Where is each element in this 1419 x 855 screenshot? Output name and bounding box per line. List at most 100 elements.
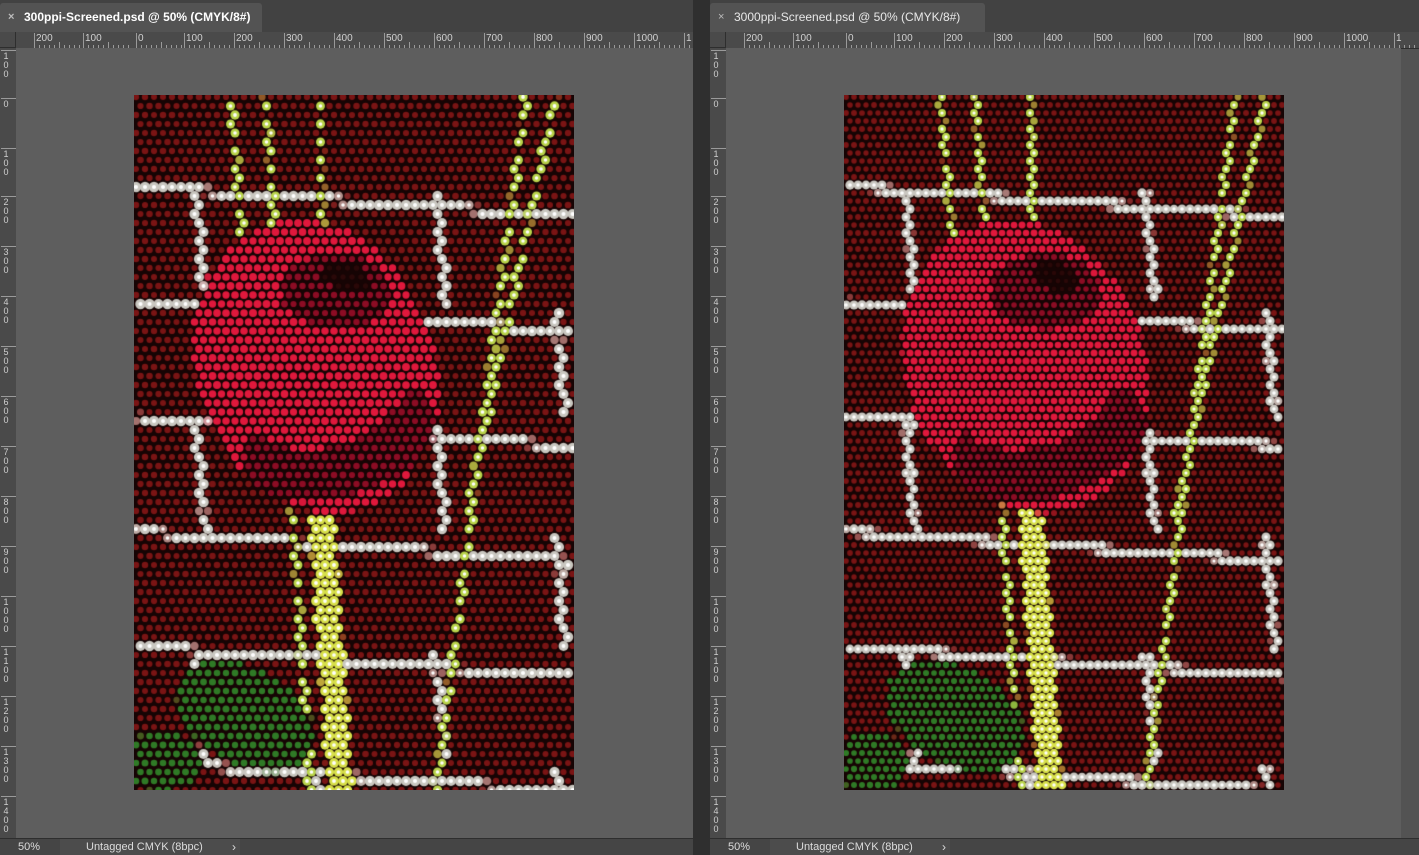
document-profile-info[interactable]: Untagged CMYK (8bpc) ›: [60, 839, 240, 855]
ruler-tick: [744, 33, 745, 48]
halftone-rose-image: [134, 95, 574, 790]
ruler-label: 200: [36, 33, 53, 44]
document-tab[interactable]: × 300ppi-Screened.psd @ 50% (CMYK/8#): [0, 3, 262, 32]
status-bar: 50% Untagged CMYK (8bpc) ›: [0, 838, 693, 855]
vertical-ruler[interactable]: 100 0 100 200 300 400 500 600 700 800 900 1000 1100 1…: [710, 48, 727, 839]
horizontal-ruler[interactable]: 200 100 0 100 200 300 400 500 600 700 800 900 1000 1: [16, 32, 693, 49]
ruler-tick: [284, 33, 285, 48]
ruler-label: 100: [896, 33, 913, 44]
ruler-label: 400: [3, 297, 9, 325]
ruler-tick: [136, 33, 137, 48]
tab-bar: × 3000ppi-Screened.psd @ 50% (CMYK/8#): [710, 0, 1419, 33]
ruler-label: 400: [336, 33, 353, 44]
ruler-tick: [793, 33, 794, 48]
ruler-tick: [534, 33, 535, 48]
ruler-label: 600: [1146, 33, 1163, 44]
ruler-label: 200: [713, 197, 719, 225]
ruler-label: 700: [713, 447, 719, 475]
ruler-tick: [384, 33, 385, 48]
ruler-label: 1100: [713, 647, 719, 684]
canvas-area[interactable]: [726, 48, 1401, 839]
ruler-label: 100: [186, 33, 203, 44]
chevron-right-icon[interactable]: ›: [942, 839, 946, 855]
status-bar: 50% Untagged CMYK (8bpc) ›: [710, 838, 1419, 855]
ruler-label: 300: [996, 33, 1013, 44]
ruler-minor-tick: [1404, 45, 1405, 48]
zoom-level[interactable]: 50%: [18, 839, 40, 855]
ruler-label: 1000: [636, 33, 659, 44]
document-tab[interactable]: × 3000ppi-Screened.psd @ 50% (CMYK/8#): [710, 3, 985, 32]
ruler-tick: [1394, 33, 1395, 48]
ruler-label: 1300: [713, 747, 719, 784]
ruler-tick: [83, 33, 84, 48]
ruler-tick: [944, 33, 945, 48]
ruler-tick: [34, 33, 35, 48]
chevron-right-icon[interactable]: ›: [232, 839, 236, 855]
document-profile-label: Untagged CMYK (8bpc): [796, 841, 913, 853]
document-window-right: × 3000ppi-Screened.psd @ 50% (CMYK/8#) 2…: [710, 0, 1419, 855]
zoom-level[interactable]: 50%: [728, 839, 750, 855]
ruler-tick: [334, 33, 335, 48]
ruler-label: 700: [1196, 33, 1213, 44]
ruler-label: 600: [436, 33, 453, 44]
ruler-tick: [1244, 33, 1245, 48]
ruler-label: 400: [1046, 33, 1063, 44]
window-divider[interactable]: [693, 0, 710, 855]
ruler-label: 200: [3, 197, 9, 225]
ruler-label: 1000: [713, 597, 719, 634]
ruler-label: 1400: [3, 797, 9, 834]
ruler-label: 100: [85, 33, 102, 44]
ruler-tick: [634, 33, 635, 48]
vertical-ruler[interactable]: 100 0 100 200 300 400 500 600 700 800 900 1000 1100 1…: [0, 48, 17, 839]
ruler-label: 1: [1396, 33, 1402, 44]
document-tab-title: 3000ppi-Screened.psd @ 50% (CMYK/8#): [734, 10, 961, 24]
ruler-label: 0: [848, 33, 854, 44]
ruler-label: 800: [536, 33, 553, 44]
ruler-label: 0: [138, 33, 144, 44]
halftone-canvas: [844, 95, 1284, 790]
ruler-label: 800: [713, 497, 719, 525]
ruler-tick: [1344, 33, 1345, 48]
ruler-tick: [1044, 33, 1045, 48]
ruler-label: 700: [486, 33, 503, 44]
ruler-tick: [684, 33, 685, 48]
ruler-label: 300: [713, 247, 719, 275]
close-icon[interactable]: ×: [718, 3, 724, 32]
ruler-label: 800: [1246, 33, 1263, 44]
ruler-label: 1: [686, 33, 692, 44]
ruler-label: 400: [713, 297, 719, 325]
ruler-label: 500: [386, 33, 403, 44]
ruler-label: 600: [3, 397, 9, 425]
ruler-label: 100: [713, 149, 719, 177]
ruler-label: 300: [3, 247, 9, 275]
close-icon[interactable]: ×: [8, 3, 14, 32]
ruler-label: 0: [713, 99, 719, 109]
ruler-label: 100: [795, 33, 812, 44]
ruler-origin[interactable]: [0, 32, 16, 48]
ruler-minor-tick: [1414, 45, 1415, 48]
ruler-label: 100: [713, 51, 719, 79]
ruler-label: 900: [586, 33, 603, 44]
halftone-rose-image: [844, 95, 1284, 790]
ruler-label: 500: [1096, 33, 1113, 44]
ruler-label: 900: [1296, 33, 1313, 44]
ruler-label: 700: [3, 447, 9, 475]
ruler-label: 1400: [713, 797, 719, 834]
document-window-left: × 300ppi-Screened.psd @ 50% (CMYK/8#) 20…: [0, 0, 693, 855]
ruler-label: 1200: [713, 697, 719, 734]
ruler-tick: [1194, 33, 1195, 48]
ruler-label: 200: [746, 33, 763, 44]
ruler-label: 0: [3, 99, 9, 109]
ruler-tick: [184, 33, 185, 48]
canvas-area[interactable]: [16, 48, 693, 839]
ruler-origin[interactable]: [710, 32, 726, 48]
ruler-tick: [584, 33, 585, 48]
ruler-tick: [434, 33, 435, 48]
ruler-label: 1000: [3, 597, 9, 634]
ruler-tick: [484, 33, 485, 48]
ruler-label: 1200: [3, 697, 9, 734]
document-profile-info[interactable]: Untagged CMYK (8bpc) ›: [770, 839, 950, 855]
ruler-label: 100: [3, 149, 9, 177]
horizontal-ruler[interactable]: 200 100 0 100 200 300 400 500 600 700 800 900 1000 1: [726, 32, 1419, 49]
ruler-tick: [994, 33, 995, 48]
